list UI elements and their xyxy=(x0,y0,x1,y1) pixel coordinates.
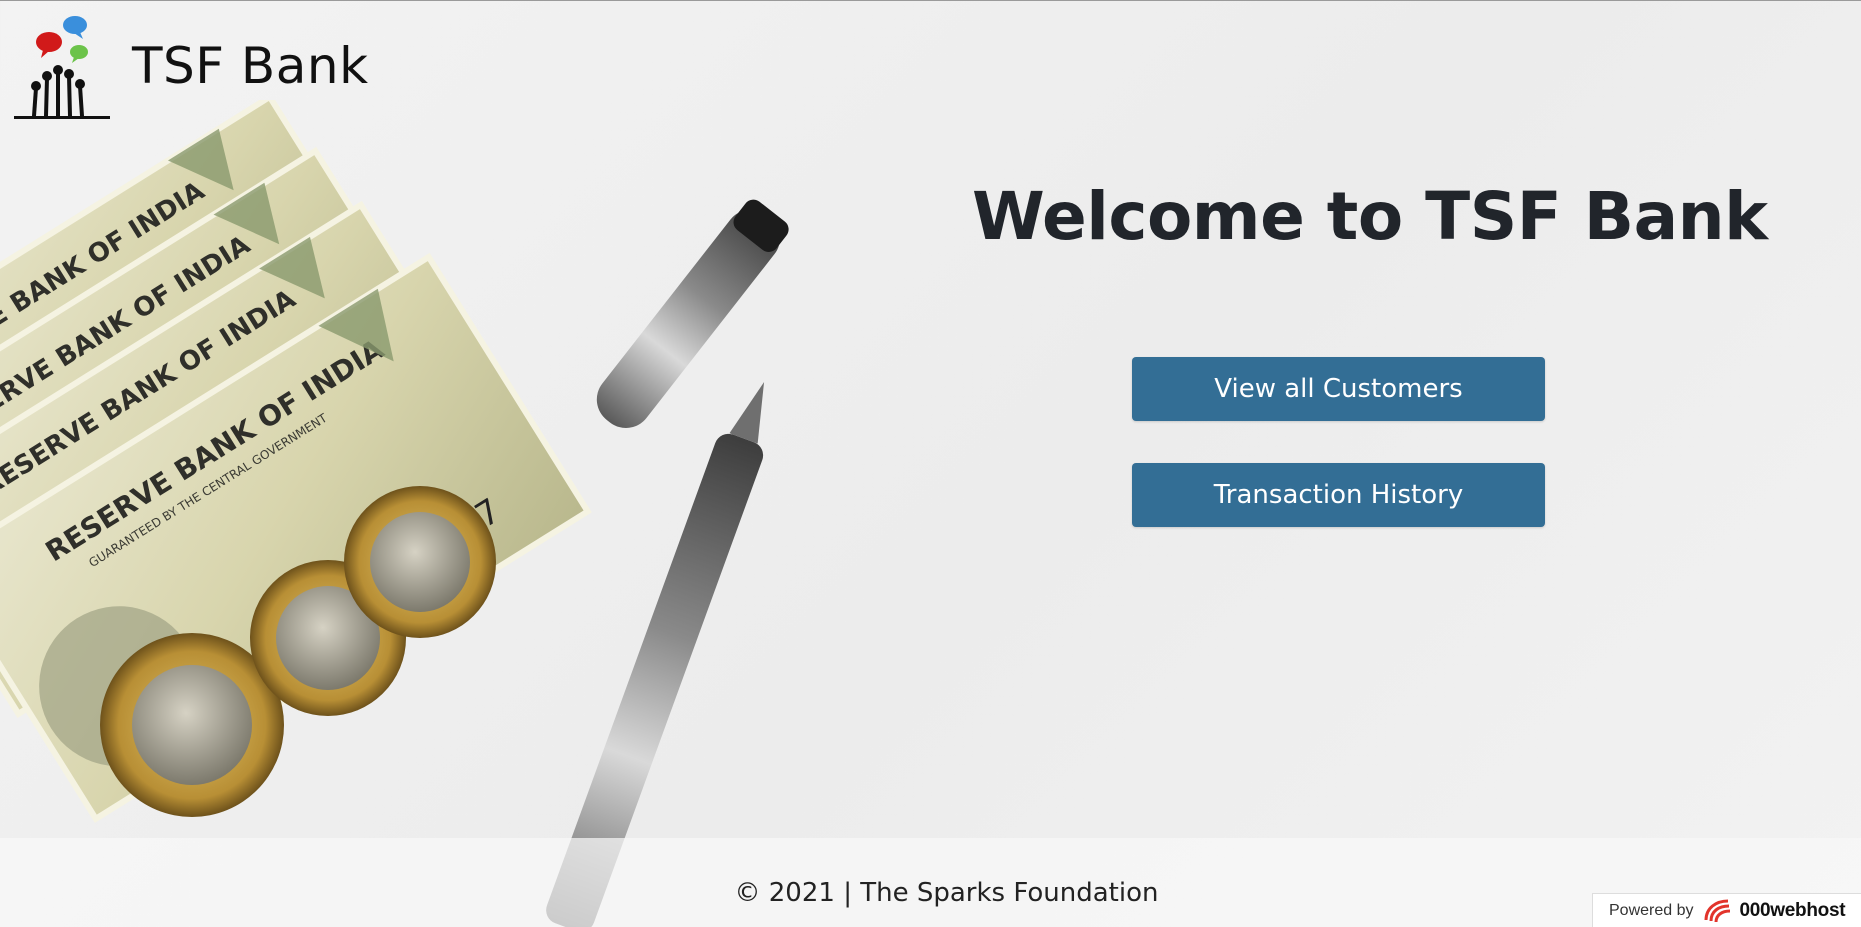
powered-by-badge[interactable]: Powered by 000webhost xyxy=(1592,893,1861,927)
money-illustration: RESERVE BANK OF INDIA RESERVE BANK OF IN… xyxy=(0,100,789,927)
brand-name: TSF Bank xyxy=(132,37,369,95)
page-title: Welcome to TSF Bank xyxy=(972,178,1768,255)
currency-notes: RESERVE BANK OF INDIA RESERVE BANK OF IN… xyxy=(0,100,592,823)
pen-cap xyxy=(596,199,789,428)
000webhost-logo-icon xyxy=(1704,899,1730,922)
footer: © 2021 | The Sparks Foundation xyxy=(0,838,1861,927)
host-name: 000webhost xyxy=(1739,899,1846,921)
powered-by-label: Powered by xyxy=(1609,901,1694,919)
footer-copyright: © 2021 | The Sparks Foundation xyxy=(734,878,1159,908)
top-border xyxy=(0,0,1861,1)
transaction-history-button[interactable]: Transaction History xyxy=(1132,463,1545,527)
view-all-customers-button[interactable]: View all Customers xyxy=(1132,357,1545,421)
